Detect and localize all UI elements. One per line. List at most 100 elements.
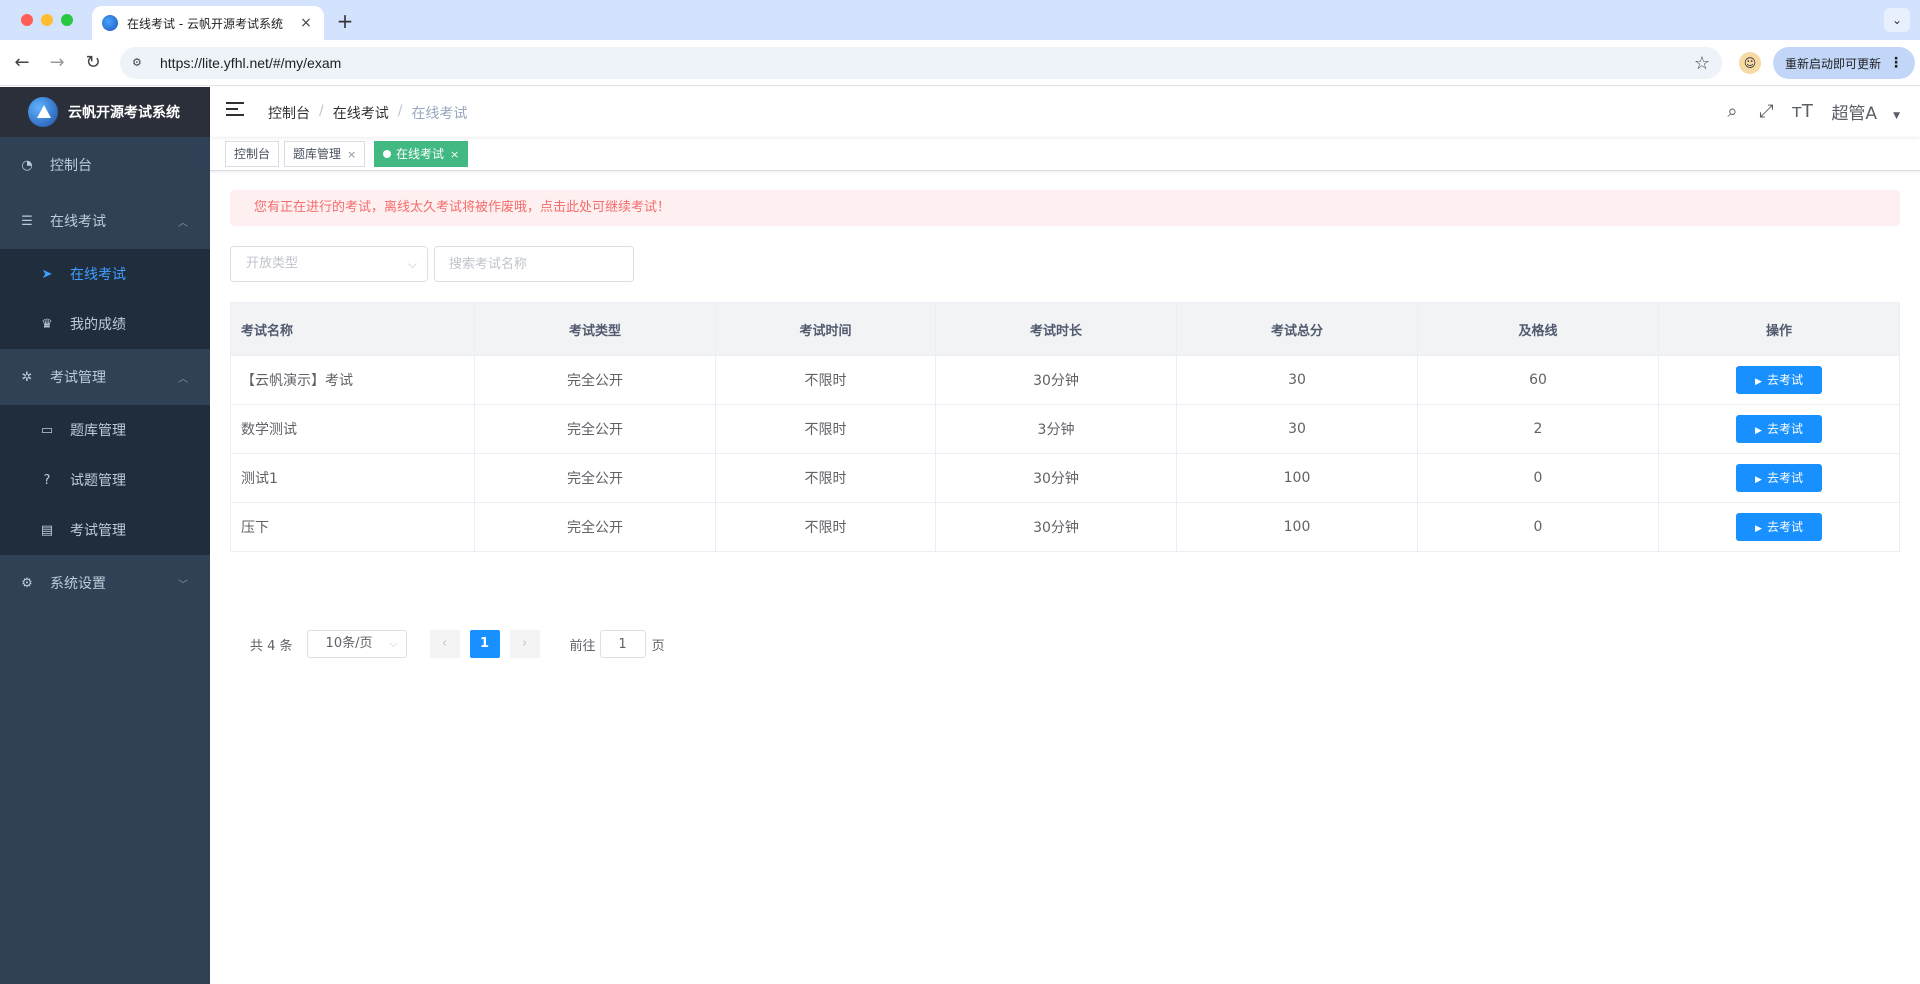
go-exam-button[interactable]: ▶ 去考试 bbox=[1736, 366, 1822, 394]
sidebar-item-exam-admin[interactable]: ▤ 考试管理 bbox=[0, 505, 210, 555]
list-icon: ☰ bbox=[21, 213, 33, 229]
user-menu[interactable]: 超管A bbox=[1831, 99, 1877, 124]
sidebar-item-label: 控制台 bbox=[50, 158, 92, 174]
chevron-up-icon: ︿ bbox=[178, 218, 188, 229]
goto-page-input[interactable] bbox=[599, 630, 646, 658]
table-header-row: 考试名称 考试类型 考试时间 考试时长 考试总分 及格线 操作 bbox=[230, 302, 1900, 356]
new-tab-button[interactable]: + bbox=[334, 9, 356, 33]
ongoing-exam-alert[interactable]: 您有正在进行的考试，离线太久考试将被作废哦，点击此处可继续考试！ bbox=[230, 190, 1900, 226]
exam-type-cell: 完全公开 bbox=[474, 453, 716, 503]
logo-bar[interactable]: 云帆开源考试系统 bbox=[0, 87, 210, 137]
sidebar-item-online-exam-list[interactable]: ➤ 在线考试 bbox=[0, 249, 210, 299]
favicon-icon bbox=[102, 15, 118, 31]
sidebar-item-label: 考试管理 bbox=[50, 370, 106, 386]
page-size-select[interactable]: 10条/页 ⌵ bbox=[306, 630, 407, 658]
submenu-exam-management: ▭ 题库管理 ? 试题管理 ▤ 考试管理 bbox=[0, 405, 210, 555]
breadcrumb-online-exam[interactable]: 在线考试 bbox=[333, 103, 389, 123]
sidebar-item-question-bank[interactable]: ▭ 题库管理 bbox=[0, 405, 210, 455]
goto-page: 前往 页 bbox=[570, 630, 665, 658]
tab-search-chevron-icon[interactable]: ⌄ bbox=[1884, 8, 1910, 32]
close-icon[interactable]: × bbox=[347, 148, 356, 161]
column-header: 考试名称 bbox=[230, 302, 475, 356]
browser-tabstrip: 在线考试 - 云帆开源考试系统 × + ⌄ bbox=[0, 0, 1920, 40]
tag-online-exam[interactable]: 在线考试 × bbox=[374, 141, 469, 167]
bookmark-star-icon[interactable]: ☆ bbox=[1694, 53, 1710, 74]
breadcrumb-dashboard[interactable]: 控制台 bbox=[268, 103, 310, 123]
main-area: 控制台 / 在线考试 / 在线考试 ⌕ ⤢ ᴛT 超管A ▼ 控制台 题库管理 ×… bbox=[210, 87, 1920, 984]
sidebar-item-question-management[interactable]: ? 试题管理 bbox=[0, 455, 210, 505]
column-header: 考试时长 bbox=[935, 302, 1177, 356]
chevron-down-icon: ﹀ bbox=[178, 580, 188, 591]
prev-page-button[interactable]: ‹ bbox=[429, 630, 460, 658]
window-minimize-button[interactable] bbox=[41, 14, 53, 26]
open-type-select[interactable]: 开放类型 ⌵ bbox=[230, 246, 428, 282]
dashboard-icon: ◔ bbox=[21, 157, 33, 173]
caret-right-icon: ▶ bbox=[1755, 523, 1762, 533]
question-circle-icon: ? bbox=[43, 472, 51, 488]
close-icon[interactable]: × bbox=[450, 148, 459, 161]
table-row: 【云帆演示】考试 完全公开 不限时 30分钟 30 60 ▶ 去考试 bbox=[230, 355, 1900, 405]
window-maximize-button[interactable] bbox=[61, 14, 73, 26]
settings-cog-icon: ✲ bbox=[21, 369, 33, 385]
page-number-button[interactable]: 1 bbox=[469, 630, 500, 658]
update-button[interactable]: 重新启动即可更新 ⋮ bbox=[1773, 47, 1915, 79]
sidebar: 云帆开源考试系统 ◔ 控制台 ☰ 在线考试 ︿ ➤ 在线考试 ♛ 我的成绩 ✲ … bbox=[0, 87, 210, 984]
exam-duration-cell: 30分钟 bbox=[935, 453, 1177, 503]
go-exam-button[interactable]: ▶ 去考试 bbox=[1736, 464, 1822, 492]
sidebar-item-exam-management[interactable]: ✲ 考试管理 ︿ bbox=[0, 349, 210, 405]
pass-line-cell: 0 bbox=[1417, 453, 1659, 503]
goto-prefix: 前往 bbox=[569, 638, 596, 654]
fullscreen-icon[interactable]: ⤢ bbox=[1757, 101, 1775, 122]
browser-tab[interactable]: 在线考试 - 云帆开源考试系统 × bbox=[92, 6, 324, 40]
site-info-icon[interactable]: ⚙ bbox=[132, 56, 148, 70]
exam-type-cell: 完全公开 bbox=[474, 404, 716, 454]
forward-arrow-icon[interactable]: → bbox=[46, 52, 68, 74]
sailboat-logo-icon bbox=[28, 97, 58, 127]
exam-total-score-cell: 100 bbox=[1176, 453, 1418, 503]
active-dot-icon bbox=[383, 150, 391, 158]
window-close-button[interactable] bbox=[21, 14, 33, 26]
font-size-icon[interactable]: ᴛT bbox=[1791, 101, 1812, 122]
monitor-icon: ▭ bbox=[40, 422, 54, 438]
exam-total-score-cell: 30 bbox=[1176, 404, 1418, 454]
column-header: 考试类型 bbox=[474, 302, 716, 356]
exam-name-cell: 数学测试 bbox=[230, 404, 475, 454]
chevron-down-icon: ⌵ bbox=[407, 257, 417, 271]
exam-time-cell: 不限时 bbox=[715, 355, 936, 405]
chevron-down-icon: ⌵ bbox=[389, 637, 398, 650]
caret-right-icon: ▶ bbox=[1755, 425, 1762, 435]
exam-type-cell: 完全公开 bbox=[474, 355, 716, 405]
next-page-button[interactable]: › bbox=[509, 630, 540, 658]
sidebar-item-online-exam[interactable]: ☰ 在线考试 ︿ bbox=[0, 193, 210, 249]
go-exam-button[interactable]: ▶ 去考试 bbox=[1736, 415, 1822, 443]
search-icon[interactable]: ⌕ bbox=[1723, 101, 1741, 122]
kebab-menu-icon: ⋮ bbox=[1889, 55, 1903, 71]
tag-question-bank[interactable]: 题库管理 × bbox=[284, 141, 366, 167]
sidebar-item-dashboard[interactable]: ◔ 控制台 bbox=[0, 137, 210, 193]
exam-name-cell: 测试1 bbox=[230, 453, 475, 503]
exam-type-cell: 完全公开 bbox=[474, 502, 716, 552]
profile-avatar-icon[interactable]: ☺ bbox=[1739, 52, 1761, 74]
caret-right-icon: ▶ bbox=[1755, 474, 1762, 484]
sidebar-item-label: 题库管理 bbox=[70, 423, 126, 439]
address-bar[interactable]: ⚙ https://lite.yfhl.net/#/my/exam ☆ bbox=[120, 47, 1722, 79]
chevron-up-icon: ︿ bbox=[178, 374, 188, 385]
sidebar-item-label: 试题管理 bbox=[70, 473, 126, 489]
sidebar-item-system-settings[interactable]: ⚙ 系统设置 ﹀ bbox=[0, 555, 210, 611]
back-arrow-icon[interactable]: ← bbox=[11, 52, 33, 74]
navbar-actions: ⌕ ⤢ ᴛT 超管A ▼ bbox=[1723, 99, 1900, 124]
trophy-icon: ♛ bbox=[41, 316, 53, 332]
content: 您有正在进行的考试，离线太久考试将被作废哦，点击此处可继续考试！ 开放类型 ⌵ … bbox=[230, 190, 1900, 552]
reload-icon[interactable]: ↻ bbox=[82, 52, 104, 74]
url-text[interactable]: https://lite.yfhl.net/#/my/exam bbox=[160, 55, 341, 71]
caret-down-icon[interactable]: ▼ bbox=[1893, 111, 1900, 121]
pass-line-cell: 0 bbox=[1417, 502, 1659, 552]
exam-total-score-cell: 30 bbox=[1176, 355, 1418, 405]
submenu-online-exam: ➤ 在线考试 ♛ 我的成绩 bbox=[0, 249, 210, 349]
close-tab-icon[interactable]: × bbox=[298, 15, 314, 31]
tag-dashboard[interactable]: 控制台 bbox=[225, 141, 280, 167]
hamburger-menu-icon[interactable] bbox=[226, 102, 244, 120]
exam-name-search-input[interactable] bbox=[434, 246, 634, 282]
go-exam-button[interactable]: ▶ 去考试 bbox=[1736, 513, 1822, 541]
sidebar-item-my-scores[interactable]: ♛ 我的成绩 bbox=[0, 299, 210, 349]
